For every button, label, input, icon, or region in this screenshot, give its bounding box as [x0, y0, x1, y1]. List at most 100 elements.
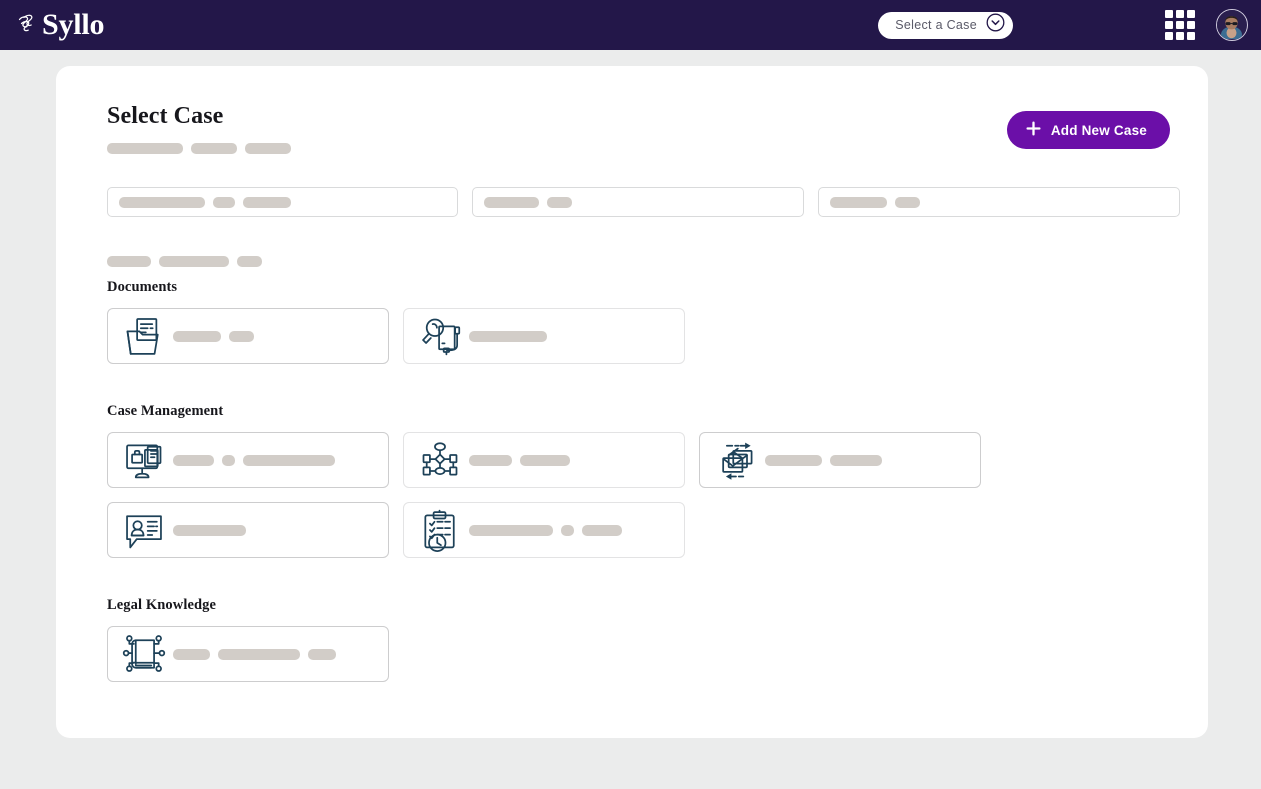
section: Case Management — [107, 403, 1180, 559]
skeleton-bar — [469, 524, 553, 536]
skeleton-bar — [546, 196, 572, 208]
title-skeleton-row — [107, 143, 291, 155]
tile-label-skeleton — [469, 454, 570, 466]
section-heading: Case Management — [107, 403, 224, 420]
tile-case-contacts[interactable] — [107, 502, 389, 559]
card-header-row: Select Case Add New Case — [107, 102, 1180, 155]
workflow-chart-icon — [413, 438, 467, 482]
grid-cell — [1176, 10, 1184, 18]
page-title: Select Case — [107, 103, 224, 129]
app-logo-text: Syllo — [42, 8, 105, 41]
grid-cell — [1165, 10, 1173, 18]
filter-skeleton — [119, 196, 291, 208]
skeleton-bar — [243, 196, 291, 208]
tile-document-search[interactable] — [403, 308, 685, 365]
skeleton-bar — [107, 256, 151, 268]
page-body: Select Case Add New Case Documents Case … — [0, 50, 1261, 738]
skeleton-bar — [173, 454, 214, 466]
add-new-case-label: Add New Case — [1050, 122, 1147, 138]
section: Documents — [107, 279, 1180, 365]
tile-label-skeleton — [173, 454, 335, 466]
filter-skeleton — [483, 196, 572, 208]
tile-label-skeleton — [469, 524, 622, 536]
filter-input-three[interactable] — [818, 187, 1181, 218]
filter-skeleton — [830, 196, 921, 208]
skeleton-bar — [243, 454, 335, 466]
grid-cell — [1176, 32, 1184, 40]
user-avatar[interactable] — [1216, 9, 1248, 41]
skeleton-bar — [191, 143, 237, 155]
skeleton-bar — [173, 330, 221, 342]
person-speech-bubble-icon — [117, 508, 171, 552]
top-navigation-bar: Syllo Select a Case — [0, 0, 1261, 50]
grid-cell — [1187, 10, 1195, 18]
skeleton-bar — [520, 454, 570, 466]
skeleton-bar — [582, 524, 622, 536]
skeleton-bar — [173, 648, 210, 660]
tile-case-tasks[interactable] — [403, 502, 685, 559]
title-block: Select Case — [107, 102, 291, 155]
skeleton-bar — [218, 648, 300, 660]
tile-case-workspace[interactable] — [107, 432, 389, 489]
tile-label-skeleton — [469, 330, 547, 342]
filter-input-two[interactable] — [471, 187, 805, 218]
skeleton-bar — [483, 196, 539, 208]
skeleton-bar — [895, 196, 921, 208]
folder-document-icon — [117, 314, 171, 358]
skeleton-bar — [107, 143, 183, 155]
group-label-skeleton — [107, 256, 1180, 268]
sections-container: Documents Case Management Legal Knowledge — [107, 279, 1180, 683]
tile-document-folder[interactable] — [107, 308, 389, 365]
select-case-card: Select Case Add New Case Documents Case … — [56, 66, 1208, 738]
tile-case-correspondence[interactable] — [699, 432, 981, 489]
tile-case-workflow[interactable] — [403, 432, 685, 489]
chevron-down-circle-icon[interactable] — [986, 13, 1005, 37]
skeleton-bar — [119, 196, 205, 208]
tile-label-skeleton — [173, 524, 246, 536]
section: Legal Knowledge — [107, 597, 1180, 683]
skeleton-bar — [245, 143, 291, 155]
tile-grid — [107, 626, 1180, 683]
syllo-logo-mark-icon — [14, 10, 40, 41]
skeleton-bar — [213, 196, 235, 208]
skeleton-bar — [561, 524, 574, 536]
skeleton-bar — [173, 524, 246, 536]
skeleton-bar — [229, 330, 254, 342]
skeleton-bar — [237, 256, 262, 268]
grid-cell — [1165, 21, 1173, 29]
case-selector-pill[interactable]: Select a Case — [878, 11, 1013, 39]
monitor-briefcase-document-icon — [117, 438, 171, 482]
tile-label-skeleton — [173, 330, 254, 342]
grid-cell — [1165, 32, 1173, 40]
tile-legal-knowledge-base[interactable] — [107, 626, 389, 683]
skeleton-bar — [830, 196, 888, 208]
apps-grid-icon[interactable] — [1165, 10, 1195, 40]
skeleton-bar — [830, 454, 882, 466]
skeleton-bar — [765, 454, 822, 466]
skeleton-bar — [222, 454, 235, 466]
stacked-envelopes-arrows-icon — [709, 438, 763, 482]
section-heading: Legal Knowledge — [107, 597, 217, 614]
add-new-case-button[interactable]: Add New Case — [1006, 111, 1170, 149]
grid-cell — [1187, 32, 1195, 40]
section-heading: Documents — [107, 279, 178, 296]
tile-grid — [107, 308, 1180, 365]
skeleton-bar — [469, 330, 547, 342]
book-network-icon — [117, 632, 171, 676]
magnifier-document-icon — [413, 314, 467, 358]
top-bar-right-group: Select a Case — [878, 9, 1248, 41]
filter-input-one[interactable] — [107, 187, 458, 218]
skeleton-bar — [308, 648, 336, 660]
tile-label-skeleton — [173, 648, 336, 660]
clipboard-checklist-clock-icon — [413, 508, 467, 553]
tile-grid — [107, 432, 1180, 559]
case-selector-label: Select a Case — [895, 18, 977, 32]
skeleton-bar — [159, 256, 229, 268]
grid-cell — [1187, 21, 1195, 29]
app-logo[interactable]: Syllo — [14, 8, 105, 41]
plus-icon — [1026, 121, 1041, 139]
filter-row — [107, 187, 1181, 218]
grid-cell — [1176, 21, 1184, 29]
skeleton-bar — [469, 454, 512, 466]
tile-label-skeleton — [765, 454, 882, 466]
